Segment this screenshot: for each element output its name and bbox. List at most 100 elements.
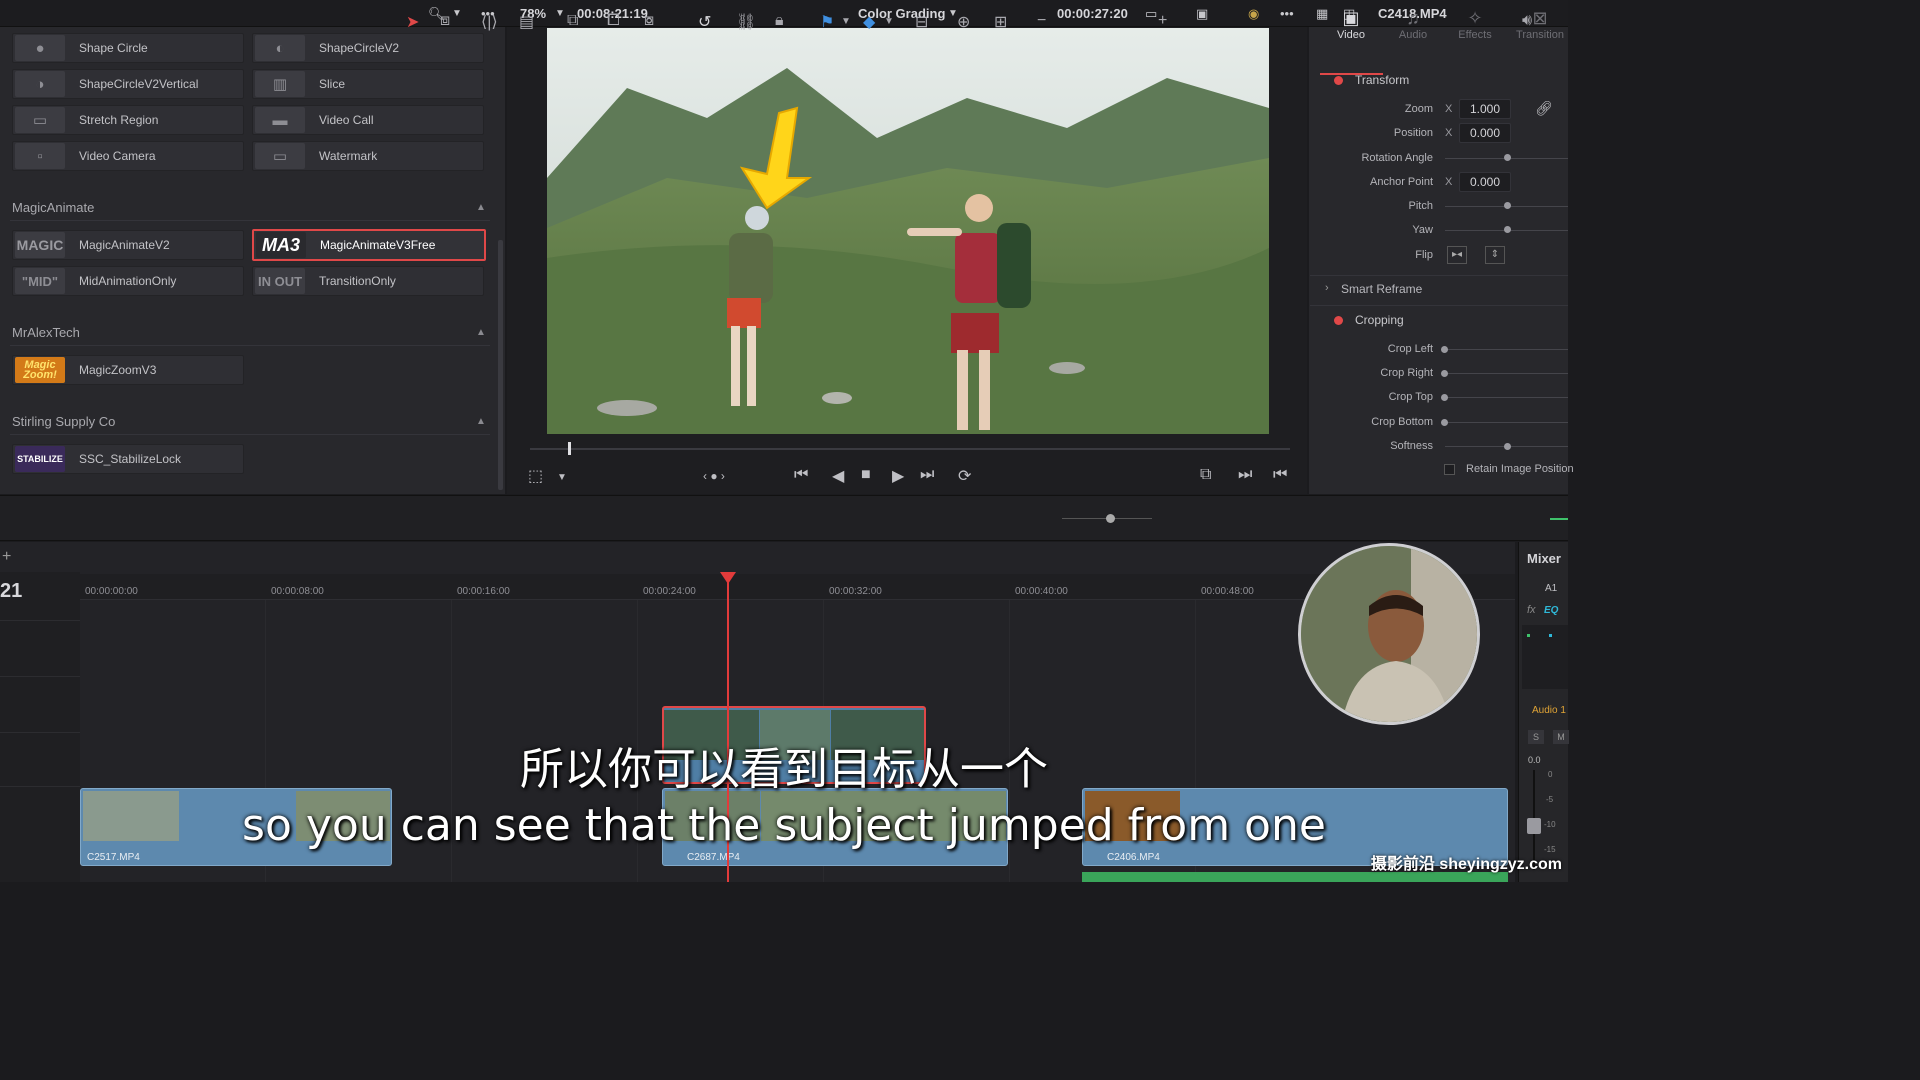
insert-clip-icon[interactable]: ⧉ [567, 12, 578, 30]
crop-left-label: Crop Left [1387, 343, 1433, 355]
group-magicanimate[interactable]: MagicAnimate [12, 200, 94, 215]
zoom-detail-icon[interactable]: ⊕ [957, 12, 970, 32]
yaw-slider-knob[interactable] [1504, 226, 1511, 233]
zoom-full-icon[interactable]: ⊟ [915, 12, 928, 32]
pitch-slider-knob[interactable] [1504, 202, 1511, 209]
eq-label[interactable]: EQ [1544, 605, 1558, 616]
zoom-dropdown-icon[interactable]: ▼ [555, 8, 565, 19]
flip-horizontal-icon[interactable]: ▸◂ [1447, 246, 1467, 264]
crop-bottom-knob[interactable] [1441, 419, 1448, 426]
collapse-icon[interactable]: ▲ [476, 327, 486, 338]
section-cropping[interactable]: Cropping [1355, 313, 1404, 327]
effects-scrollbar[interactable] [498, 240, 503, 490]
chevron-right-icon[interactable]: › [1325, 282, 1329, 294]
zoom-out-icon[interactable]: − [1037, 12, 1046, 30]
stop-icon[interactable]: ■ [861, 466, 871, 484]
collapse-icon[interactable]: ▲ [476, 202, 486, 213]
effect-ssc-stabilizelock[interactable]: STABILIZE SSC_StabilizeLock [12, 444, 244, 474]
play-icon[interactable]: ▶ [892, 466, 904, 486]
anchor-x-field[interactable]: 0.000 [1459, 172, 1511, 192]
effect-video-call[interactable]: ▬ Video Call [252, 105, 484, 135]
effect-video-camera[interactable]: ▫ Video Camera [12, 141, 244, 171]
tab-transition[interactable]: ⊠ Transition [1512, 8, 1568, 41]
flag-icon[interactable]: ⚑ [820, 12, 834, 32]
add-track-icon[interactable]: + [2, 548, 11, 566]
group-stirling-supply-co[interactable]: Stirling Supply Co [12, 414, 115, 429]
edit-toolbar [0, 495, 1568, 541]
chevron-down-icon[interactable]: ▼ [452, 8, 462, 19]
blade-tool-icon[interactable]: ▤ [519, 12, 534, 32]
replace-clip-icon[interactable]: ⧇ [644, 12, 654, 30]
chevron-down-icon[interactable]: ▼ [884, 16, 894, 27]
collapse-icon[interactable]: ▲ [476, 416, 486, 427]
retain-image-checkbox[interactable] [1444, 464, 1455, 475]
fx-label[interactable]: fx [1527, 604, 1536, 616]
zoom-x-field[interactable]: 1.000 [1459, 99, 1511, 119]
crop-left-slider[interactable] [1445, 349, 1568, 350]
clip-name: C2517.MP4 [87, 852, 140, 863]
marker-icon[interactable]: ◆ [863, 12, 875, 32]
effect-label: MagicAnimateV2 [79, 238, 170, 252]
overwrite-clip-icon[interactable]: ⧠ [607, 12, 620, 30]
crop-bottom-slider[interactable] [1445, 422, 1568, 423]
crop-top-knob[interactable] [1441, 394, 1448, 401]
volume-level[interactable] [1550, 518, 1568, 520]
selection-tool-icon[interactable]: ➤ [406, 12, 419, 32]
group-mralextech[interactable]: MrAlexTech [12, 325, 80, 340]
display-icon[interactable]: ▭ [1145, 6, 1157, 22]
prev-edit-icon[interactable]: ⏮ [1273, 466, 1287, 484]
lock-icon[interactable]: 🔒︎ [775, 12, 784, 30]
effect-shape-circle-v2-vertical[interactable]: ◑ ShapeCircleV2Vertical [12, 69, 244, 99]
viewer-mode-icon[interactable]: ▣ [1196, 6, 1208, 22]
chevron-down-icon[interactable]: ▼ [557, 472, 567, 483]
go-to-start-icon[interactable]: ⏮ [794, 466, 808, 484]
playhead-handle[interactable] [720, 572, 736, 584]
position-x-field[interactable]: 0.000 [1459, 123, 1511, 143]
zoom-custom-icon[interactable]: ⊞ [994, 12, 1007, 32]
more-options-icon[interactable]: ••• [1280, 6, 1294, 21]
crop-tool-icon[interactable]: ⬚ [528, 466, 543, 486]
effect-shape-circle[interactable]: ● Shape Circle [12, 33, 244, 63]
effect-watermark[interactable]: ▭ Watermark [252, 141, 484, 171]
viewer-scrubber[interactable] [530, 448, 1290, 450]
effect-mid-animation-only[interactable]: "MID" MidAnimationOnly [12, 266, 244, 296]
tab-audio[interactable]: ♫ Audio [1385, 8, 1441, 41]
effect-magicanimate-v3-free[interactable]: MA3 MagicAnimateV3Free [252, 229, 486, 261]
snapping-icon[interactable]: ↺ [698, 12, 711, 32]
trim-tool-icon[interactable]: ⧈ [440, 12, 450, 30]
effect-magicanimate-v2[interactable]: MAGIC MagicAnimateV2 [12, 230, 244, 260]
match-frame-icon[interactable]: ⧉ [1200, 466, 1211, 484]
cropping-toggle[interactable] [1334, 316, 1343, 325]
rotation-slider-knob[interactable] [1504, 154, 1511, 161]
tab-effects[interactable]: ✧ Effects [1447, 8, 1503, 41]
effect-transition-only[interactable]: IN OUT TransitionOnly [252, 266, 484, 296]
timeline-zoom-knob[interactable] [1106, 514, 1115, 523]
crop-top-slider[interactable] [1445, 397, 1568, 398]
go-to-end-icon[interactable]: ⏭ [920, 466, 934, 484]
dynamic-trim-icon[interactable]: ⟨|⟩ [481, 12, 498, 32]
chevron-down-icon[interactable]: ▼ [841, 16, 851, 27]
link-icon[interactable]: 🔗︎ [1535, 100, 1553, 117]
effect-stretch-region[interactable]: ▭ Stretch Region [12, 105, 244, 135]
crop-right-knob[interactable] [1441, 370, 1448, 377]
zoom-in-icon[interactable]: + [1158, 12, 1167, 30]
crop-left-knob[interactable] [1441, 346, 1448, 353]
play-reverse-icon[interactable]: ◀ [832, 466, 844, 486]
volume-icon[interactable]: 🔊︎ [1522, 12, 1532, 30]
loop-icon[interactable]: ⟳ [958, 466, 971, 486]
scrubber-handle[interactable] [568, 442, 571, 455]
softness-knob[interactable] [1504, 443, 1511, 450]
section-transform[interactable]: Transform [1355, 73, 1409, 87]
effect-slice[interactable]: ▥ Slice [252, 69, 484, 99]
section-smart-reframe[interactable]: Smart Reframe [1341, 282, 1422, 296]
effect-magiczoom-v3[interactable]: Magic Zoom! MagicZoomV3 [12, 355, 244, 385]
color-wheel-icon[interactable]: ◉ [1248, 6, 1259, 22]
transform-toggle[interactable] [1334, 76, 1343, 85]
tab-video[interactable]: ▣ Video [1323, 8, 1379, 41]
next-edit-icon[interactable]: ⏭ [1238, 466, 1252, 484]
effect-shape-circle-v2[interactable]: ◐ ShapeCircleV2 [252, 33, 484, 63]
crop-right-slider[interactable] [1445, 373, 1568, 374]
link-clips-icon[interactable]: ⛓︎ [736, 12, 756, 32]
jog-wheel-icon[interactable]: ‹ ● › [703, 469, 725, 483]
flip-vertical-icon[interactable]: ⇕ [1485, 246, 1505, 264]
